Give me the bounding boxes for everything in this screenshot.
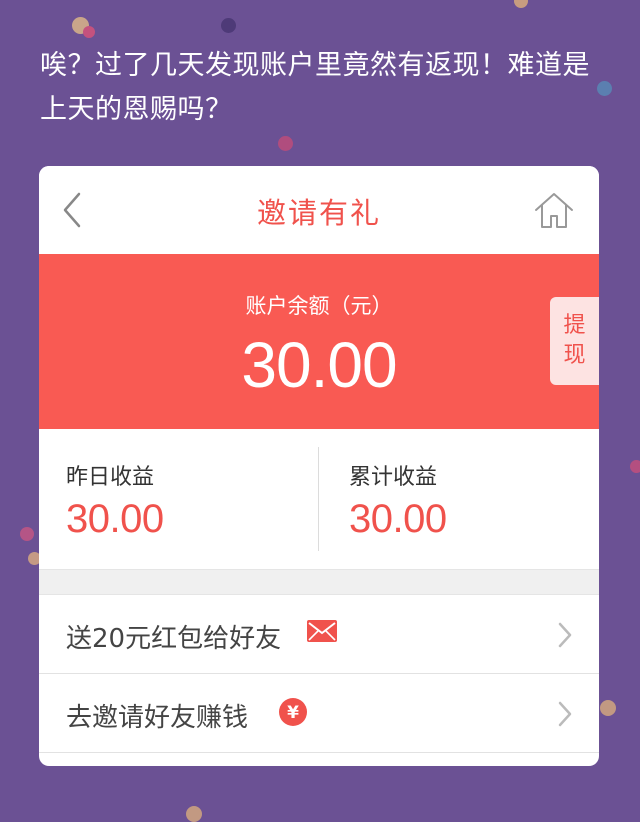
confetti-dot xyxy=(221,18,236,33)
svg-text:¥: ¥ xyxy=(287,703,299,723)
withdraw-label: 提现 xyxy=(563,313,586,368)
balance-panel: 账户余额（元） 30.00 提现 xyxy=(39,254,599,429)
confetti-dot xyxy=(630,460,640,473)
confetti-dot xyxy=(514,0,528,8)
confetti-dot xyxy=(186,806,202,822)
section-divider xyxy=(39,569,599,595)
chevron-right-icon xyxy=(558,701,572,727)
total-earnings-value: 30.00 xyxy=(349,497,447,541)
envelope-icon xyxy=(307,620,337,642)
balance-label: 账户余额（元） xyxy=(245,294,393,318)
yuan-coin-icon: ¥ xyxy=(279,698,307,726)
confetti-dot xyxy=(278,136,293,151)
home-icon xyxy=(535,193,573,228)
total-earnings: 累计收益 30.00 xyxy=(319,429,599,569)
balance-value: 30.00 xyxy=(241,329,397,401)
yesterday-earnings-label: 昨日收益 xyxy=(66,465,155,490)
home-button[interactable] xyxy=(533,190,575,230)
yesterday-earnings-value: 30.00 xyxy=(66,497,164,541)
caption-text: 唉？过了几天发现账户里竟然有返现！难道是上天的恩赐吗？ xyxy=(40,50,590,125)
confetti-dot xyxy=(83,26,95,38)
invite-card: 邀请有礼 账户余额（元） 30.00 提现 昨日收益 30.00 累计收益 30… xyxy=(39,166,599,766)
confetti-dot xyxy=(20,527,34,541)
chevron-right-icon xyxy=(558,622,572,648)
invite-friends-row[interactable]: 去邀请好友赚钱 ¥ xyxy=(39,674,599,753)
total-earnings-label: 累计收益 xyxy=(349,465,438,490)
withdraw-button[interactable]: 提现 xyxy=(550,297,599,385)
nav-bar: 邀请有礼 xyxy=(39,166,599,254)
invite-friends-label: 去邀请好友赚钱 xyxy=(66,703,249,733)
yesterday-earnings: 昨日收益 30.00 xyxy=(39,429,319,569)
earnings-stats: 昨日收益 30.00 累计收益 30.00 xyxy=(39,429,599,569)
send-red-packet-label: 送20元红包给好友 xyxy=(66,624,282,654)
confetti-dot xyxy=(600,700,616,716)
page-title: 邀请有礼 xyxy=(256,196,381,230)
send-red-packet-row[interactable]: 送20元红包给好友 xyxy=(39,595,599,674)
